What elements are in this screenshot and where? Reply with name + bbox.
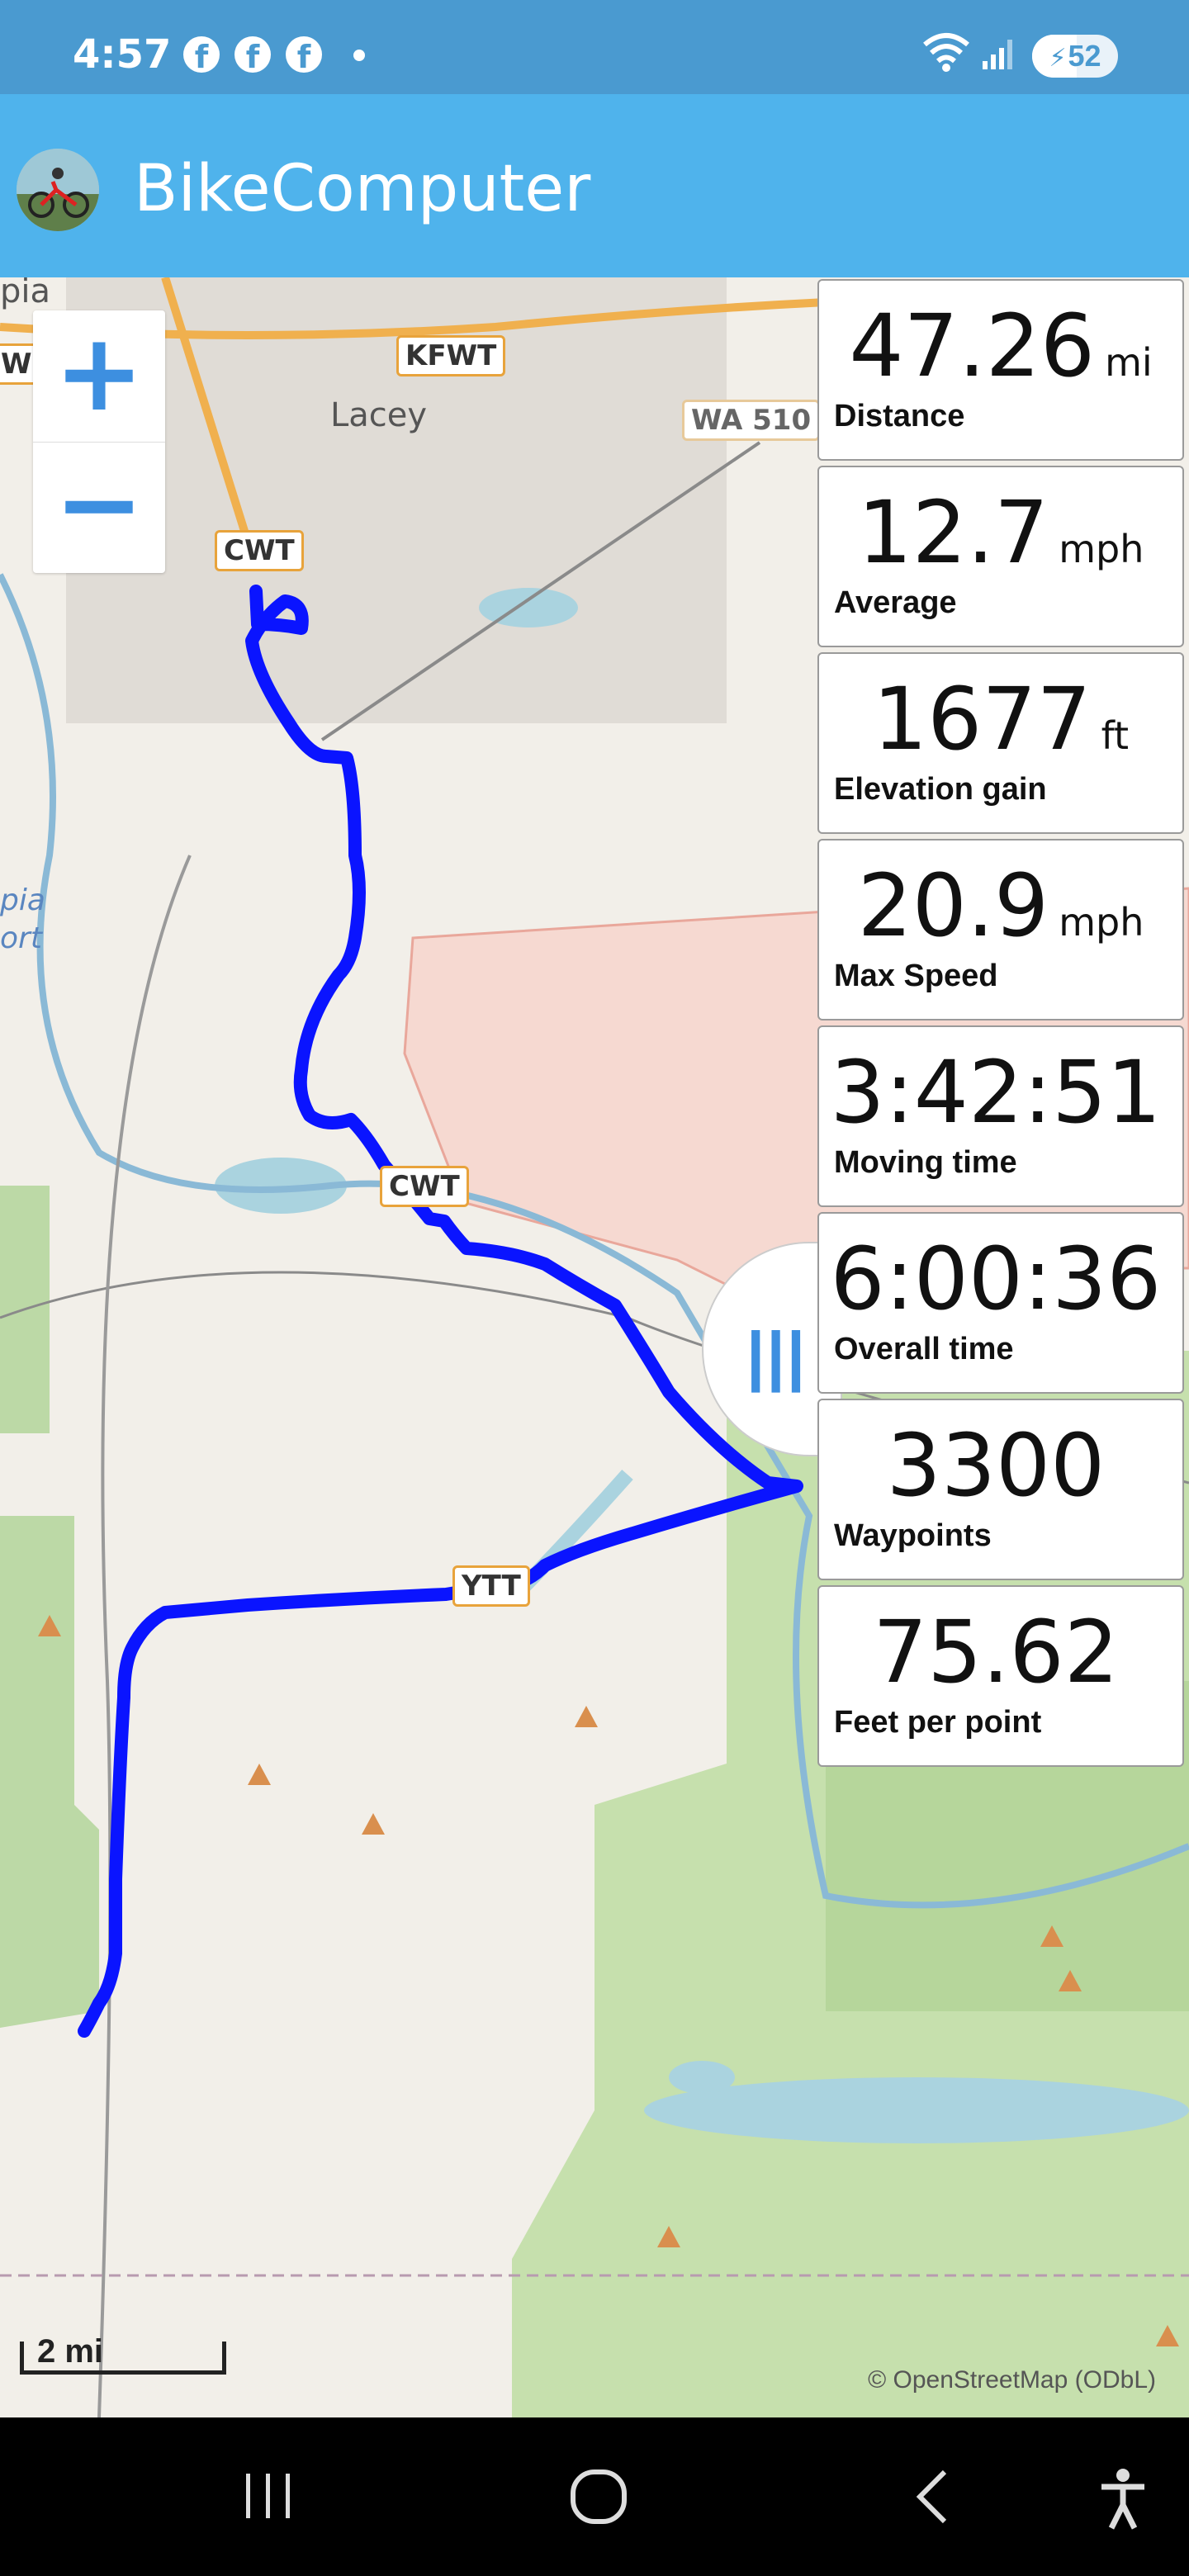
facebook-icon: f [286,36,322,75]
stat-label: Waypoints [834,1518,992,1553]
battery-level: 52 [1068,39,1101,73]
charging-icon: ⚡ [1049,45,1067,72]
back-icon[interactable] [908,2467,958,2526]
stat-value: 20.9 [857,855,1049,956]
stat-elevation-gain: 1677 ft Elevation gain [817,652,1184,834]
stat-label: Overall time [834,1332,1014,1366]
status-bar: 4:57 f f f ⚡52 [0,0,1189,94]
signal-icon [983,40,1012,69]
facebook-icon: f [234,36,271,75]
bike-logo-icon [17,149,99,231]
stat-value: 3300 [886,1415,1106,1516]
map-trail-label: CWT [215,530,304,571]
stat-unit: ft [1101,713,1130,758]
stat-label: Elevation gain [834,772,1047,807]
stat-label: Moving time [834,1145,1017,1180]
battery-indicator: ⚡52 [1032,35,1118,78]
stat-value: 1677 [872,669,1092,769]
map-city-label: pia [0,277,51,310]
map-water-label: ort [0,921,42,955]
stat-max-speed: 20.9 mph Max Speed [817,839,1184,1020]
stat-moving-time: 3:42:51 Moving time [817,1025,1184,1207]
stat-overall-time: 6:00:36 Overall time [817,1212,1184,1394]
zoom-out-button[interactable]: − [33,442,165,573]
stat-unit: mph [1059,527,1144,571]
map-view[interactable]: Lacey pia pia ort KFWT WA 510 CWT CWT YT… [0,277,1189,2417]
recents-icon[interactable] [239,2467,297,2525]
accessibility-icon[interactable] [1098,2467,1148,2530]
stat-label: Max Speed [834,959,998,993]
stat-unit: mi [1105,340,1153,385]
navigation-bar [0,2417,1189,2576]
scale-label: 2 mi [37,2333,104,2370]
stat-value: 12.7 [857,482,1049,583]
wifi-icon [923,33,969,72]
map-water-label: pia [0,883,45,917]
app-bar: BikeComputer [0,94,1189,277]
map-scale-bar: 2 mi [20,2333,226,2375]
zoom-in-button[interactable]: + [33,310,165,443]
map-city-label: Lacey [330,396,428,434]
more-notifications-dot [353,50,365,61]
stat-feet-per-point: 75.62 Feet per point [817,1585,1184,1767]
map-attribution[interactable]: © OpenStreetMap (ODbL) [868,2366,1156,2394]
status-time: 4:57 [73,31,172,78]
map-road-label: KFWT [396,335,506,376]
stat-label: Feet per point [834,1705,1042,1740]
stat-label: Distance [834,399,965,433]
stat-unit: mph [1059,900,1144,945]
stat-label: Average [834,585,957,620]
zoom-controls: + − [33,310,165,573]
stat-waypoints: 3300 Waypoints [817,1399,1184,1580]
facebook-icon: f [183,36,220,75]
map-road-label: WA 510 [682,400,821,441]
map-trail-label: CWT [380,1166,469,1207]
stat-value: 6:00:36 [830,1229,1162,1329]
handle-bars-icon: ||| [746,1319,808,1392]
stat-value: 47.26 [849,296,1096,396]
stat-value: 3:42:51 [830,1042,1162,1143]
stat-value: 75.62 [873,1602,1119,1702]
home-icon[interactable] [570,2467,629,2526]
map-trail-label: YTT [452,1565,530,1607]
stat-distance: 47.26 mi Distance [817,279,1184,461]
stat-average: 12.7 mph Average [817,466,1184,647]
app-title: BikeComputer [134,152,591,226]
